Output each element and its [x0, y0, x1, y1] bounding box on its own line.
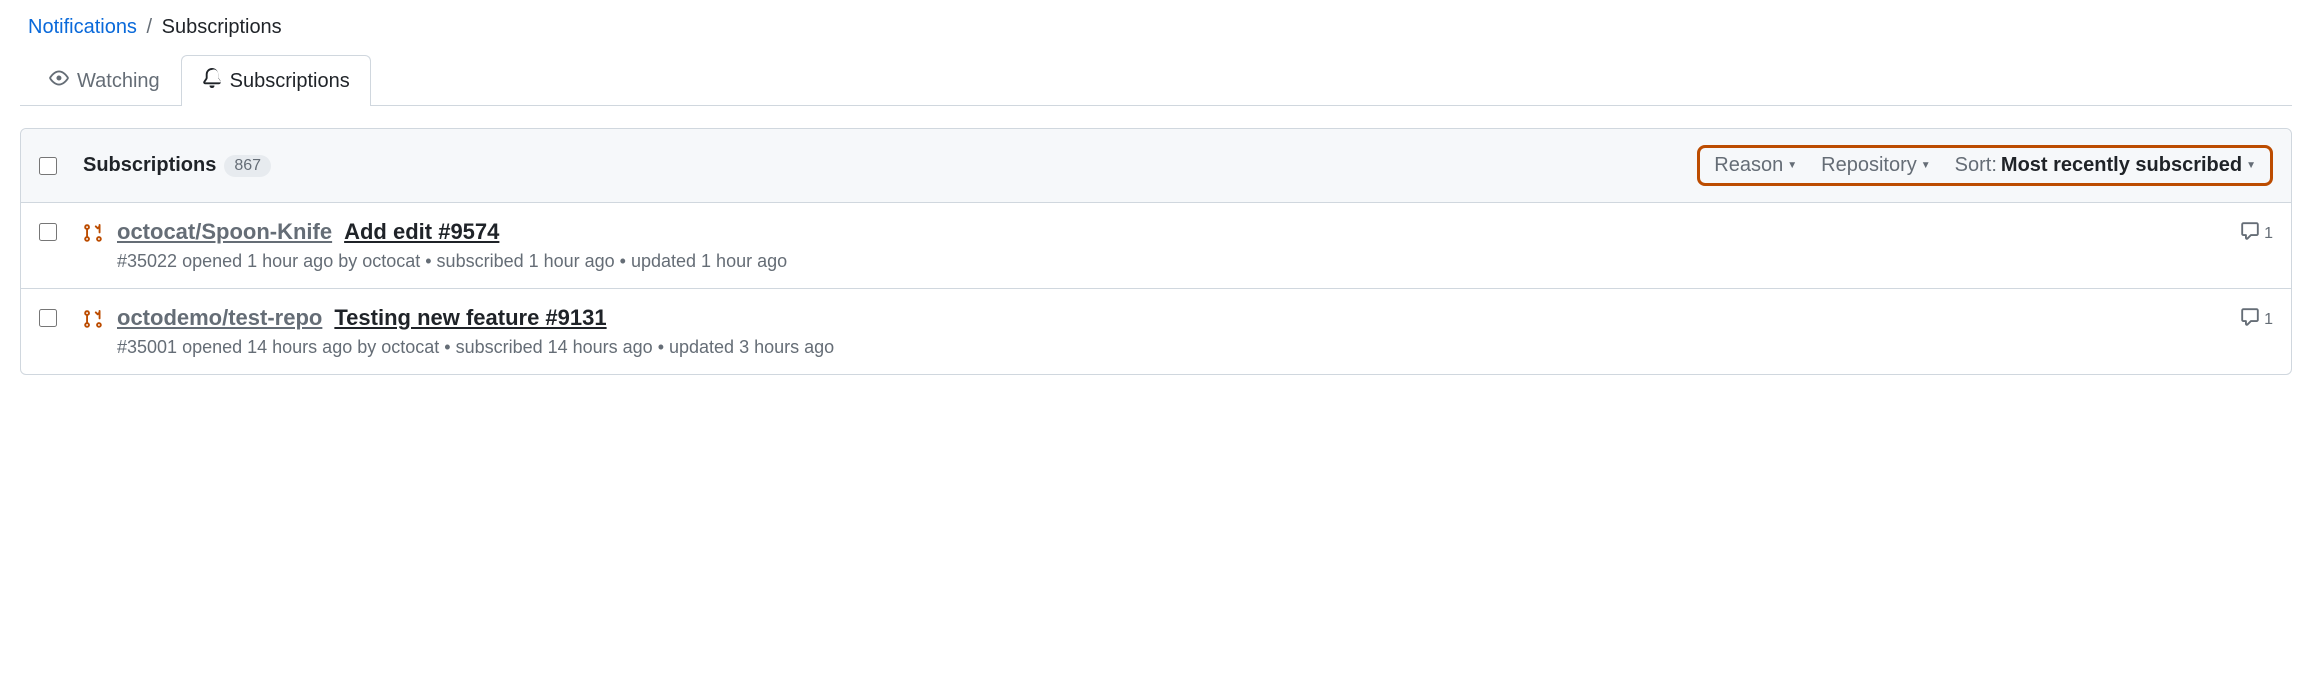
filter-sort-label: Sort: — [1955, 154, 1997, 177]
row-meta: #35001 opened 14 hours ago by octocat • … — [117, 337, 2240, 358]
box-header: Subscriptions 867 Reason ▼ Repository ▼ … — [21, 129, 2291, 203]
list-item: octocat/Spoon-Knife Add edit #9574 #3502… — [21, 203, 2291, 289]
breadcrumb-separator: / — [147, 16, 153, 38]
filter-toolbar: Reason ▼ Repository ▼ Sort: Most recentl… — [1697, 145, 2273, 186]
box-header-title: Subscriptions 867 — [83, 154, 271, 177]
pull-request-closed-icon — [83, 305, 117, 358]
select-all-checkbox[interactable] — [39, 157, 57, 175]
breadcrumb-current: Subscriptions — [162, 16, 282, 38]
eye-icon — [49, 68, 69, 94]
tab-watching-label: Watching — [77, 70, 160, 93]
caret-down-icon: ▼ — [1787, 160, 1797, 171]
repo-link[interactable]: octodemo/test-repo — [117, 305, 322, 331]
subscriptions-box: Subscriptions 867 Reason ▼ Repository ▼ … — [20, 128, 2292, 375]
bell-icon — [202, 68, 222, 94]
issue-title-link[interactable]: Add edit #9574 — [344, 219, 499, 245]
tab-subscriptions-label: Subscriptions — [230, 70, 350, 93]
breadcrumb: Notifications / Subscriptions — [20, 16, 2292, 39]
comment-count-value: 1 — [2264, 311, 2273, 329]
tab-watching[interactable]: Watching — [28, 55, 181, 106]
list-item: octodemo/test-repo Testing new feature #… — [21, 289, 2291, 374]
filter-sort-button[interactable]: Sort: Most recently subscribed ▼ — [1955, 154, 2256, 177]
row-meta: #35022 opened 1 hour ago by octocat • su… — [117, 251, 2240, 272]
repo-link[interactable]: octocat/Spoon-Knife — [117, 219, 332, 245]
subscriptions-count-badge: 867 — [224, 155, 271, 177]
tab-subscriptions[interactable]: Subscriptions — [181, 55, 371, 106]
filter-sort-value: Most recently subscribed — [2001, 154, 2242, 177]
caret-down-icon: ▼ — [1921, 160, 1931, 171]
comment-icon — [2240, 307, 2260, 332]
breadcrumb-notifications-link[interactable]: Notifications — [28, 16, 137, 38]
filter-repository-label: Repository — [1821, 154, 1917, 177]
caret-down-icon: ▼ — [2246, 160, 2256, 171]
comment-count-link[interactable]: 1 — [2240, 221, 2273, 246]
filter-reason-label: Reason — [1714, 154, 1783, 177]
header-title-text: Subscriptions — [83, 154, 216, 177]
row-checkbox[interactable] — [39, 309, 57, 327]
row-checkbox[interactable] — [39, 223, 57, 241]
comment-icon — [2240, 221, 2260, 246]
filter-repository-button[interactable]: Repository ▼ — [1821, 154, 1931, 177]
comment-count-value: 1 — [2264, 225, 2273, 243]
issue-title-link[interactable]: Testing new feature #9131 — [334, 305, 606, 331]
tab-nav: Watching Subscriptions — [20, 55, 2292, 106]
pull-request-closed-icon — [83, 219, 117, 272]
comment-count-link[interactable]: 1 — [2240, 307, 2273, 332]
filter-reason-button[interactable]: Reason ▼ — [1714, 154, 1797, 177]
